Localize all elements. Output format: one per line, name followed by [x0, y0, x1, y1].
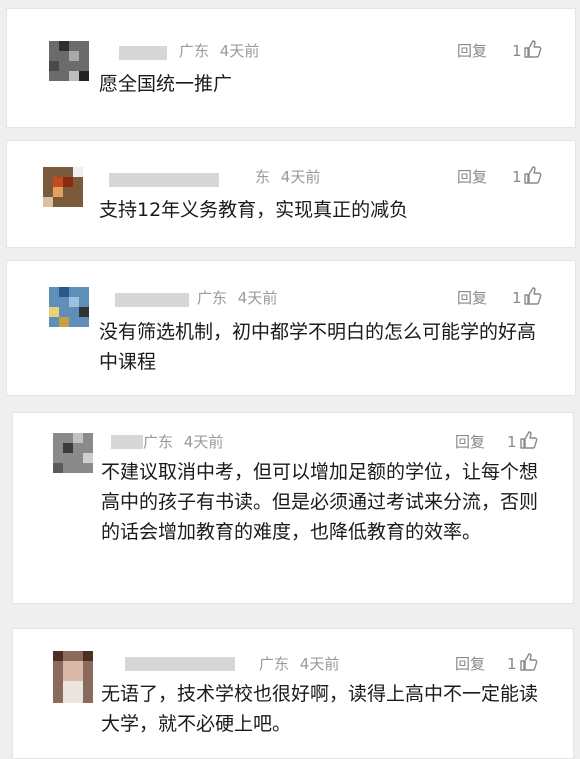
- avatar[interactable]: [53, 433, 93, 473]
- comment-meta: 广东 4天前: [143, 433, 223, 451]
- thumbs-up-icon[interactable]: [523, 39, 543, 59]
- username-redacted: [111, 435, 143, 449]
- comment-meta: 广东 4天前: [259, 655, 339, 673]
- comment-text: 不建议取消中考，但可以增加足额的学位，让每个想高中的孩子有书读。但是必须通过考试…: [101, 461, 539, 543]
- like-count: 1: [512, 42, 522, 60]
- username-redacted: [109, 173, 219, 187]
- comment-meta: 广东 4天前: [179, 42, 259, 60]
- location: 广东: [197, 289, 228, 307]
- thumbs-up-icon[interactable]: [523, 286, 543, 306]
- comment-card: 广东 4天前 回复 1 愿全国统一推广: [6, 8, 576, 128]
- comment-card: 广东 4天前 回复 1 无语了，技术学校也很好啊，读得上高中不一定能读大学，就不…: [12, 628, 574, 759]
- thumbs-up-icon[interactable]: [523, 165, 543, 185]
- location: 广东: [259, 655, 290, 673]
- comment-meta: 广东 4天前: [197, 289, 277, 307]
- timestamp: 4天前: [237, 289, 278, 307]
- comment-text: 支持12年义务教育，实现真正的减负: [99, 199, 409, 221]
- comment-text: 无语了，技术学校也很好啊，读得上高中不一定能读大学，就不必硬上吧。: [101, 683, 539, 735]
- like-count: 1: [507, 655, 517, 673]
- like-count: 1: [507, 433, 517, 451]
- location: 广东: [179, 42, 210, 60]
- username-redacted: [119, 46, 167, 60]
- avatar[interactable]: [43, 167, 83, 207]
- comment-card: 东 4天前 回复 1 支持12年义务教育，实现真正的减负: [6, 140, 576, 248]
- avatar[interactable]: [49, 41, 89, 81]
- like-count: 1: [512, 168, 522, 186]
- reply-button[interactable]: 回复: [455, 655, 485, 673]
- comment-meta: 东 4天前: [255, 168, 320, 186]
- like-count: 1: [512, 289, 522, 307]
- avatar[interactable]: [49, 287, 89, 327]
- reply-button[interactable]: 回复: [457, 168, 487, 186]
- comment-text: 愿全国统一推广: [99, 73, 233, 95]
- location: 广东: [143, 433, 174, 451]
- comment-card: 广东 4天前 回复 1 没有筛选机制，初中都学不明白的怎么可能学的好高中课程: [6, 260, 576, 396]
- thumbs-up-icon[interactable]: [519, 430, 539, 450]
- timestamp: 4天前: [280, 168, 321, 186]
- reply-button[interactable]: 回复: [455, 433, 485, 451]
- thumbs-up-icon[interactable]: [519, 652, 539, 672]
- username-redacted: [115, 293, 189, 307]
- comment-text: 没有筛选机制，初中都学不明白的怎么可能学的好高中课程: [99, 321, 537, 373]
- reply-button[interactable]: 回复: [457, 289, 487, 307]
- timestamp: 4天前: [299, 655, 340, 673]
- username-redacted: [125, 657, 235, 671]
- timestamp: 4天前: [219, 42, 260, 60]
- location: 东: [255, 168, 271, 186]
- reply-button[interactable]: 回复: [457, 42, 487, 60]
- comment-card: 广东 4天前 回复 1 不建议取消中考，但可以增加足额的学位，让每个想高中的孩子…: [12, 412, 574, 604]
- avatar[interactable]: [53, 651, 93, 703]
- timestamp: 4天前: [183, 433, 224, 451]
